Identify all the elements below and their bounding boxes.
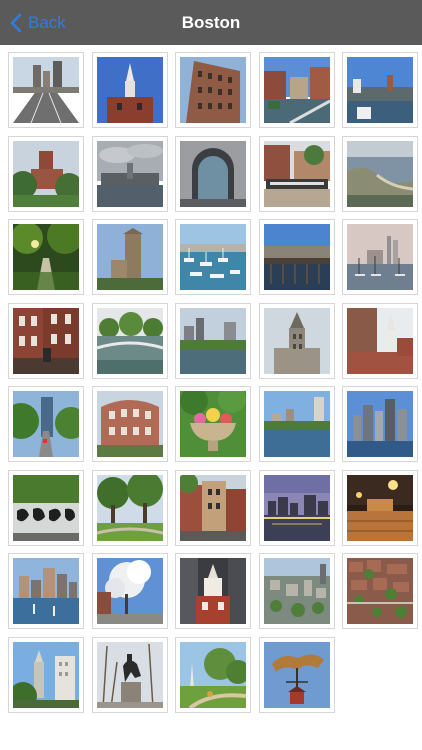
photo-thumbnail-22[interactable] [91,386,168,462]
photo-image [180,140,246,207]
photo-image [180,391,246,457]
photo-thumbnail-15[interactable] [342,219,418,295]
photo-thumbnail-5[interactable] [342,52,418,128]
photo-thumbnail-29[interactable] [258,469,335,546]
photo-thumbnail-3[interactable] [175,52,251,128]
photo-image [13,140,79,207]
photo-thumbnail-17[interactable] [91,302,168,379]
page-title: Boston [181,13,241,32]
navigation-bar: Back Boston [0,0,422,45]
photo-thumbnail-32[interactable] [91,553,168,629]
photo-thumbnail-2[interactable] [91,52,168,128]
photo-thumbnail-11[interactable] [8,219,84,295]
photo-thumbnail-13[interactable] [175,219,251,295]
photo-image [13,307,79,374]
photo-image [263,307,330,374]
photo-thumbnail-20[interactable] [342,302,418,379]
photo-image [263,391,330,457]
photo-thumbnail-19[interactable] [258,302,335,379]
photo-thumbnail-27[interactable] [91,469,168,546]
photo-thumbnail-1[interactable] [8,52,84,128]
photo-image [347,558,413,624]
photo-thumbnail-6[interactable] [8,135,84,212]
photo-image [180,57,246,123]
photo-image [347,57,413,123]
photo-image [347,474,413,541]
photo-image [347,140,413,207]
photo-image [263,641,330,708]
photo-image [263,224,330,290]
photo-thumbnail-21[interactable] [8,386,84,462]
photo-grid [8,52,420,713]
photo-image [180,307,246,374]
photo-thumbnail-36[interactable] [8,636,84,713]
photo-image [180,641,246,708]
photo-image [96,57,163,123]
photo-thumbnail-8[interactable] [175,135,251,212]
photo-image [263,140,330,207]
photo-image [180,558,246,624]
photo-image [263,57,330,123]
photo-thumbnail-16[interactable] [8,302,84,379]
photo-image [180,474,246,541]
photo-thumbnail-30[interactable] [342,469,418,546]
photo-thumbnail-23[interactable] [175,386,251,462]
photo-image [13,224,79,290]
photo-image [13,641,79,708]
photo-thumbnail-18[interactable] [175,302,251,379]
photo-thumbnail-4[interactable] [258,52,335,128]
photo-thumbnail-34[interactable] [258,553,335,629]
photo-image [13,474,79,541]
photo-thumbnail-7[interactable] [91,135,168,212]
photo-image [263,474,330,541]
photo-image [13,57,79,123]
photo-image [96,391,163,457]
photo-image [347,307,413,374]
photo-thumbnail-38[interactable] [175,636,251,713]
photo-thumbnail-31[interactable] [8,553,84,629]
photo-thumbnail-9[interactable] [258,135,335,212]
photo-image [96,224,163,290]
photo-image [96,558,163,624]
photo-image [13,391,79,457]
photo-image [96,307,163,374]
photo-image [180,224,246,290]
photo-thumbnail-39[interactable] [258,636,335,713]
photo-image [96,641,163,708]
photo-thumbnail-25[interactable] [342,386,418,462]
photo-thumbnail-26[interactable] [8,469,84,546]
photo-thumbnail-33[interactable] [175,553,251,629]
photo-thumbnail-12[interactable] [91,219,168,295]
photo-thumbnail-37[interactable] [91,636,168,713]
photo-image [263,558,330,624]
photo-thumbnail-14[interactable] [258,219,335,295]
photo-thumbnail-35[interactable] [342,553,418,629]
photo-thumbnail-10[interactable] [342,135,418,212]
photo-thumbnail-24[interactable] [258,386,335,462]
photo-image [96,140,163,207]
photo-thumbnail-28[interactable] [175,469,251,546]
photo-image [347,224,413,290]
photo-image [347,391,413,457]
photo-image [96,474,163,541]
photo-image [13,558,79,624]
